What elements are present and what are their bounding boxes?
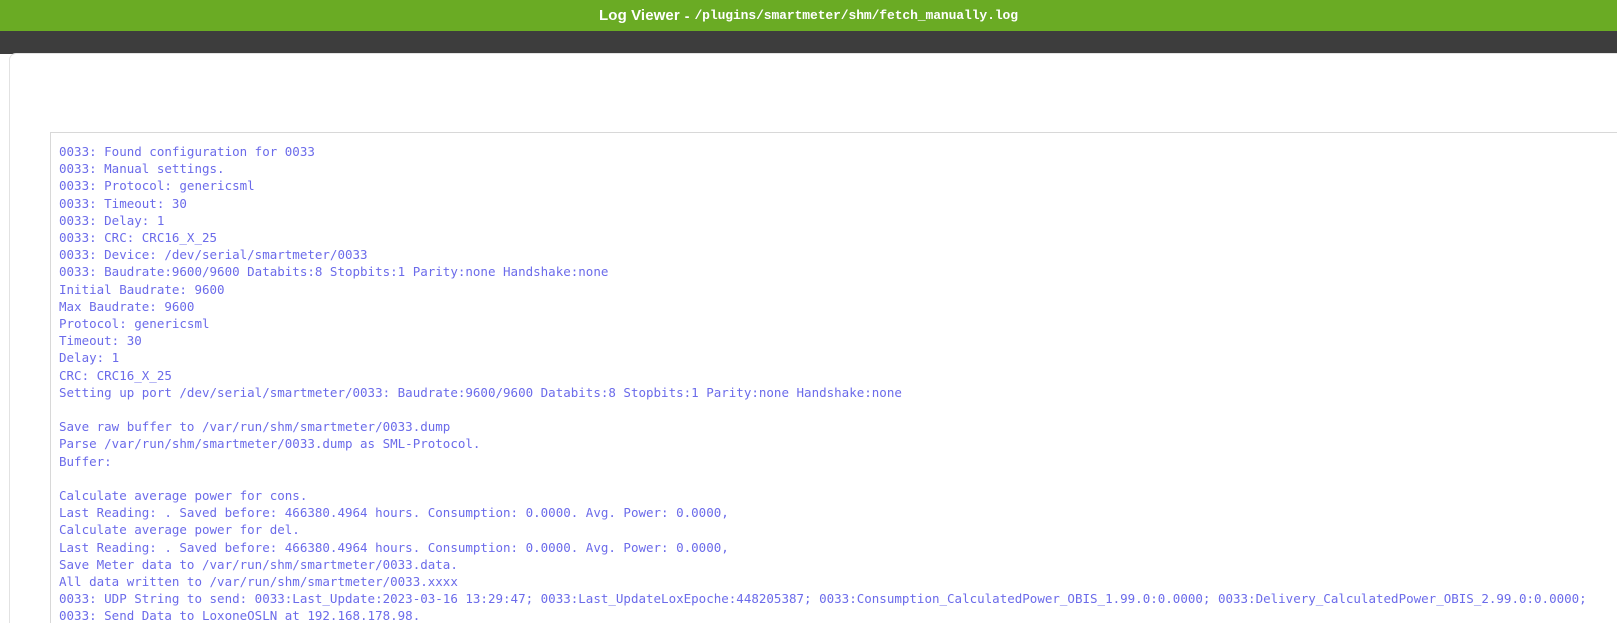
log-line: CRC: CRC16_X_25 [59,367,172,383]
log-line: Save raw buffer to /var/run/shm/smartmet… [59,419,451,435]
log-line: 0033: Device: /dev/serial/smartmeter/003… [59,247,368,263]
log-line-blank [59,470,1617,487]
log-line: Initial Baudrate: 9600 [59,281,225,297]
log-line: Calculate average power for del. [59,522,300,538]
log-line: Calculate average power for cons. [59,488,308,504]
log-line: Setting up port /dev/serial/smartmeter/0… [59,384,902,400]
title-separator: - [684,7,690,24]
nav-band [0,31,1617,54]
content-card: 0033: Found configuration for 0033 0033: … [10,54,1617,623]
log-output-panel[interactable]: 0033: Found configuration for 0033 0033: … [50,132,1617,623]
log-line: 0033: Manual settings. [59,161,225,177]
log-line: 0033: Delay: 1 [59,212,165,228]
log-line: 0033: UDP String to send: 0033:Last_Upda… [59,591,1587,607]
log-file-path: /plugins/smartmeter/shm/fetch_manually.l… [694,8,1018,23]
log-line: 0033: Timeout: 30 [59,195,187,211]
log-viewer-page: Log Viewer - /plugins/smartmeter/shm/fet… [0,0,1617,623]
log-line: Buffer: [59,453,112,469]
log-line: 0033: CRC: CRC16_X_25 [59,230,218,246]
log-line: 0033: Found configuration for 0033 [59,144,315,159]
log-line: All data written to /var/run/shm/smartme… [59,574,458,590]
log-line: Last Reading: . Saved before: 466380.496… [59,505,729,521]
log-line: Delay: 1 [59,350,120,366]
log-line: Parse /var/run/shm/smartmeter/0033.dump … [59,436,481,452]
log-line-blank [59,401,1617,418]
log-line: Protocol: genericsml [59,316,210,332]
log-line: Last Reading: . Saved before: 466380.496… [59,539,729,555]
log-line: 0033: Send Data to LoxoneOSLN at 192.168… [59,608,421,623]
log-line: 0033: Baudrate:9600/9600 Databits:8 Stop… [59,264,609,280]
log-line: Max Baudrate: 9600 [59,298,195,314]
app-header-bar: Log Viewer - /plugins/smartmeter/shm/fet… [0,0,1617,31]
log-line: Save Meter data to /var/run/shm/smartmet… [59,556,458,572]
page-title: Log Viewer [599,7,680,24]
log-line: 0033: Protocol: genericsml [59,178,255,194]
log-text: 0033: Found configuration for 0033 0033: … [51,133,1617,623]
log-line: Timeout: 30 [59,333,142,349]
